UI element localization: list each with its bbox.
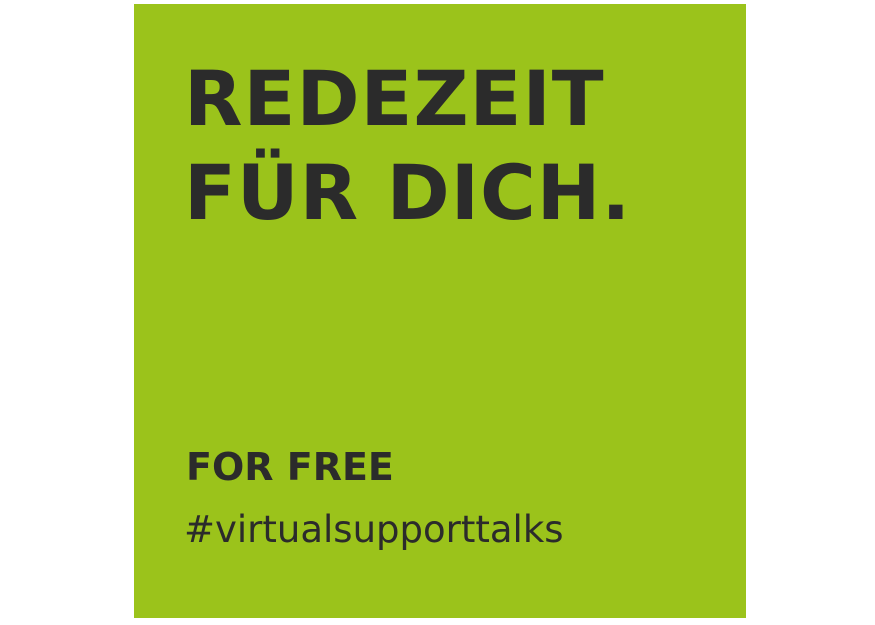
poster-card: REDEZEIT FÜR DICH. FOR FREE #virtualsupp… [134, 4, 746, 618]
headline-line-1: REDEZEIT [184, 54, 605, 143]
page-background: REDEZEIT FÜR DICH. FOR FREE #virtualsupp… [0, 0, 875, 625]
headline: REDEZEIT FÜR DICH. [184, 52, 631, 240]
tagline: FOR FREE [186, 445, 394, 489]
hashtag: #virtualsupporttalks [184, 508, 564, 551]
headline-line-2: FÜR DICH. [184, 148, 632, 237]
